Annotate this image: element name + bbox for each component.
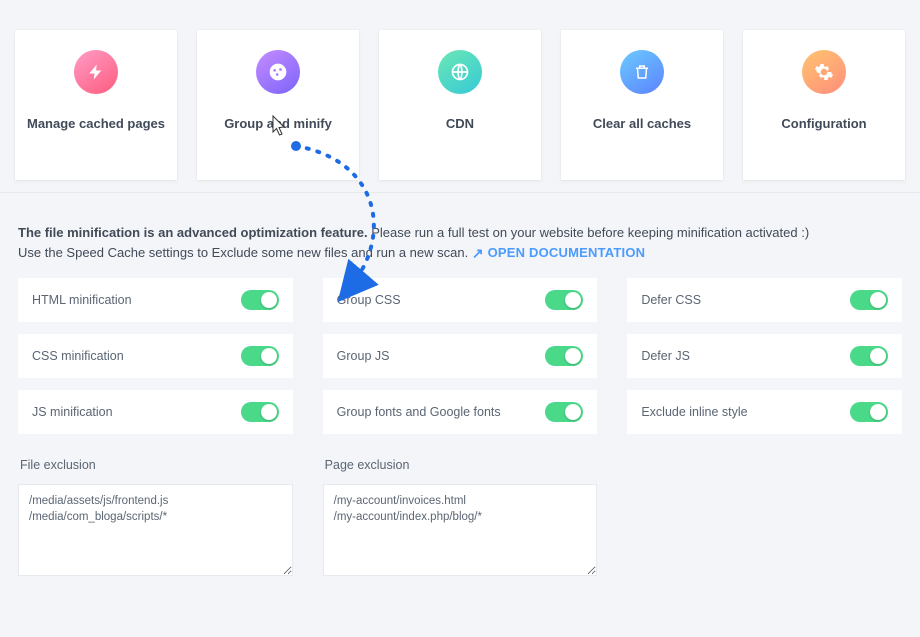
nav-card-cdn[interactable]: CDN	[379, 30, 541, 180]
nav-card-clear-all-caches[interactable]: Clear all caches	[561, 30, 723, 180]
nav-card-group-and-minify[interactable]: Group and minify	[197, 30, 359, 180]
file-exclusion-textarea[interactable]	[18, 484, 293, 576]
toggle-defer-js[interactable]	[850, 346, 888, 366]
notice-line2: Use the Speed Cache settings to Exclude …	[18, 245, 468, 260]
setting-label: Defer CSS	[641, 293, 701, 307]
setting-group-css: Group CSS	[323, 278, 598, 322]
toggle-group-fonts[interactable]	[545, 402, 583, 422]
notice-line1a: The file minification is an advanced opt…	[18, 225, 368, 240]
open-documentation-label: OPEN DOCUMENTATION	[488, 245, 646, 260]
setting-label: CSS minification	[32, 349, 124, 363]
page-exclusion-block: Page exclusion	[323, 454, 598, 576]
setting-label: Defer JS	[641, 349, 690, 363]
setting-label: Group fonts and Google fonts	[337, 405, 501, 419]
toggle-css-minification[interactable]	[241, 346, 279, 366]
trash-icon	[620, 50, 664, 94]
nav-card-label: CDN	[446, 116, 474, 131]
globe-icon	[438, 50, 482, 94]
setting-label: Exclude inline style	[641, 405, 747, 419]
toggle-exclude-inline-style[interactable]	[850, 402, 888, 422]
setting-defer-css: Defer CSS	[627, 278, 902, 322]
setting-label: Group JS	[337, 349, 390, 363]
open-documentation-link[interactable]: ↗ OPEN DOCUMENTATION	[472, 245, 645, 260]
setting-group-js: Group JS	[323, 334, 598, 378]
settings-grid: HTML minification Group CSS Defer CSS CS…	[0, 274, 920, 434]
setting-label: HTML minification	[32, 293, 132, 307]
nav-card-label: Manage cached pages	[27, 116, 165, 131]
toggle-js-minification[interactable]	[241, 402, 279, 422]
page-exclusion-title: Page exclusion	[323, 454, 598, 476]
exclusions-row: File exclusion Page exclusion	[0, 434, 920, 594]
nav-card-manage-cached-pages[interactable]: Manage cached pages	[15, 30, 177, 180]
nav-card-label: Configuration	[781, 116, 866, 131]
setting-css-minification: CSS minification	[18, 334, 293, 378]
nav-card-configuration[interactable]: Configuration	[743, 30, 905, 180]
toggle-group-js[interactable]	[545, 346, 583, 366]
file-exclusion-block: File exclusion	[18, 454, 293, 576]
setting-js-minification: JS minification	[18, 390, 293, 434]
setting-html-minification: HTML minification	[18, 278, 293, 322]
toggle-html-minification[interactable]	[241, 290, 279, 310]
bolt-icon	[74, 50, 118, 94]
toggle-defer-css[interactable]	[850, 290, 888, 310]
nav-card-label: Clear all caches	[593, 116, 691, 131]
page-exclusion-textarea[interactable]	[323, 484, 598, 576]
minification-notice: The file minification is an advanced opt…	[0, 193, 920, 274]
toggle-group-css[interactable]	[545, 290, 583, 310]
setting-defer-js: Defer JS	[627, 334, 902, 378]
nav-card-label: Group and minify	[224, 116, 332, 131]
palette-icon	[256, 50, 300, 94]
nav-cards-row: Manage cached pages Group and minify CDN…	[0, 0, 920, 193]
setting-group-fonts: Group fonts and Google fonts	[323, 390, 598, 434]
external-link-icon: ↗	[472, 245, 484, 261]
notice-line1b: Please run a full test on your website b…	[368, 225, 810, 240]
setting-label: Group CSS	[337, 293, 401, 307]
setting-label: JS minification	[32, 405, 113, 419]
file-exclusion-title: File exclusion	[18, 454, 293, 476]
setting-exclude-inline-style: Exclude inline style	[627, 390, 902, 434]
gear-icon	[802, 50, 846, 94]
